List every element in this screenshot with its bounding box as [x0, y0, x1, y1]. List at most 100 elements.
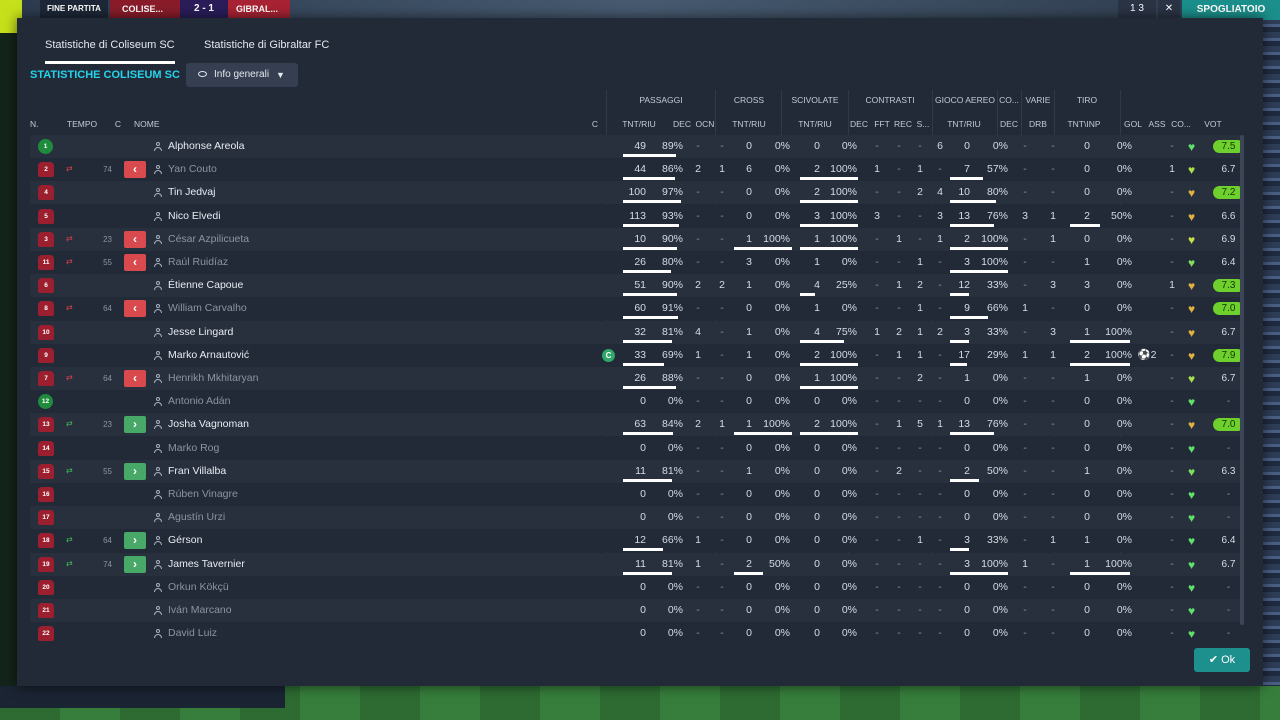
- table-row[interactable]: 18 ⇄ 64 › Gérson 12 66% 1-0 0% 0 0% - -1-3 33% -1 1 0% - ♥…: [30, 529, 1242, 553]
- tab-away-stats[interactable]: Statistiche di Gibraltar FC: [204, 39, 329, 61]
- tackles-decisive: 1: [874, 163, 880, 176]
- col-header-name[interactable]: NOME: [134, 119, 174, 129]
- col-header-tackle-s[interactable]: S...: [913, 119, 933, 129]
- col-header-number[interactable]: N.: [30, 119, 46, 129]
- player-name[interactable]: Alphonse Areola: [168, 135, 428, 158]
- table-row[interactable]: 7 ⇄ 64 ‹ Henrikh Mkhitaryan 26 88% - -0 0% 1 100% - -…: [30, 367, 1242, 390]
- crosses-attempted: 0: [746, 140, 752, 152]
- sub-on-button[interactable]: ›: [124, 462, 146, 480]
- table-row[interactable]: 22 David Luiz 0 0% - -0 0% 0 0% - - - -0 0% - -0 0% - ♥ -: [30, 622, 1242, 642]
- tackles-recovered: -: [918, 557, 922, 570]
- table-row[interactable]: 4 Tin Jedvaj 100 97% - -0 0% 2 100% - -2 4 10 80% - -0 0…: [30, 181, 1242, 205]
- player-name[interactable]: César Azpilicueta: [168, 228, 428, 251]
- table-row[interactable]: 3 ⇄ 23 ‹ César Azpilicueta 10 90% - -1 100% 1 100% -…: [30, 227, 1242, 251]
- match-top-bar: FINE PARTITA COLISE... 2 - 1 GIBRAL... 1…: [0, 0, 1280, 33]
- player-name[interactable]: Antonio Adán: [168, 390, 428, 413]
- sub-off-button[interactable]: ‹: [124, 161, 146, 179]
- col-header-aerial-tnt[interactable]: TNT/RIU: [942, 119, 986, 129]
- col-header-change[interactable]: C: [111, 119, 125, 129]
- col-header-time[interactable]: TEMPO: [65, 119, 99, 129]
- table-row[interactable]: 8 ⇄ 64 ‹ William Carvalho 60 91% - -0 0% 1 0% - -1-9 6…: [30, 297, 1242, 321]
- table-row[interactable]: 19 ⇄ 74 › James Tavernier 11 81% 1-2 50% 0 0% - - - -3…: [30, 552, 1242, 576]
- tab-home-stats[interactable]: Statistiche di Coliseum SC: [45, 39, 175, 64]
- player-name[interactable]: Marko Rog: [168, 437, 428, 460]
- col-header-tackle-dec[interactable]: DEC: [849, 119, 869, 129]
- shirt-number-badge: 14: [38, 440, 54, 456]
- player-name[interactable]: Raúl Ruidíaz: [168, 251, 428, 274]
- tackles-fouls: 1: [896, 279, 902, 292]
- scrollbar[interactable]: [1240, 135, 1244, 625]
- table-row[interactable]: 5 Nico Elvedi 113 93% - -0 0% 3 100% 3- -3 13 76% 3 1 2…: [30, 204, 1242, 228]
- col-header-rating[interactable]: VOT: [1199, 119, 1227, 129]
- table-row[interactable]: 21 Iván Marcano 0 0% - - 0 0% 0 0% - - - - 0 0% - - 0 0% - ♥ -: [30, 599, 1242, 622]
- table-row[interactable]: 10 Jesse Lingard 32 81% 4-1 0% 4 75% 1 2 1 2 3 33% -3 1…: [30, 320, 1242, 344]
- player-name[interactable]: Agustín Urzi: [168, 506, 428, 529]
- col-header-tackle-rec[interactable]: REC: [893, 119, 913, 129]
- player-name[interactable]: Marko Arnautović: [168, 344, 428, 367]
- locker-room-button[interactable]: SPOGLIATOIO: [1182, 0, 1280, 20]
- player-name[interactable]: Yan Couto: [168, 158, 428, 181]
- col-header-slide-tnt[interactable]: TNT/RIU: [793, 119, 837, 129]
- player-name[interactable]: Gérson: [168, 529, 428, 552]
- table-row[interactable]: 6 Étienne Capoue 51 90% 2 2 1 0% 4 25% -1 2-12 33% -3…: [30, 274, 1242, 298]
- chevron-down-icon: ▼: [276, 70, 285, 80]
- table-row[interactable]: 2 ⇄ 74 ‹ Yan Couto 44 86% 2 1 6 0% 2 100% 1-1-7 57% - -0…: [30, 158, 1242, 182]
- sub-on-button[interactable]: ›: [124, 532, 146, 550]
- sub-off-button[interactable]: ‹: [124, 370, 146, 387]
- col-header-pass-tnt[interactable]: TNT/RIU: [617, 119, 661, 129]
- col-header-tackle-fft[interactable]: FFT: [872, 119, 892, 129]
- player-name[interactable]: Étienne Capoue: [168, 274, 428, 297]
- player-name[interactable]: David Luiz: [168, 622, 428, 642]
- slides-attempted: 1: [814, 256, 820, 268]
- co-decisive: -: [1023, 488, 1027, 500]
- table-row[interactable]: 15 ⇄ 55 › Fran Villalba 11 81% - -1 0% 0 0% -2- -2 50%…: [30, 459, 1242, 483]
- subs-counter[interactable]: 1 3: [1118, 0, 1156, 18]
- table-row[interactable]: 13 ⇄ 23 › Josha Vagnoman 63 84% 2 1 1 100% 2 100% -1 5…: [30, 413, 1242, 437]
- table-row[interactable]: 12 Antonio Adán 0 0% - -0 0% 0 0% - - - -0 0% - -0 0% - ♥ -: [30, 390, 1242, 414]
- slides-attempted: 0: [814, 627, 820, 640]
- col-header-goals[interactable]: GOL: [1122, 119, 1144, 129]
- ok-button[interactable]: ✔ Ok: [1194, 648, 1250, 672]
- table-row[interactable]: 16 Rúben Vinagre 0 0% - - 0 0% 0 0% - - - - 0 0% - - 0 0% - ♥…: [30, 483, 1242, 506]
- sub-off-button[interactable]: ‹: [124, 300, 146, 318]
- col-header-co-dec[interactable]: DEC: [998, 119, 1020, 129]
- sub-on-button[interactable]: ›: [124, 555, 146, 573]
- player-name[interactable]: Tin Jedvaj: [168, 181, 428, 204]
- player-icon: [154, 258, 162, 267]
- sub-off-button[interactable]: ‹: [124, 230, 146, 248]
- tackles-s: -: [938, 279, 942, 292]
- aerial-completion: 0%: [992, 580, 1008, 593]
- sub-on-button[interactable]: ›: [124, 416, 146, 434]
- table-row[interactable]: 14 Marko Rog 0 0% - -0 0% 0 0% - - - -0 0% - -0 0% - ♥ -: [30, 436, 1242, 460]
- co-decisive: 1: [1022, 348, 1028, 361]
- col-header-pass-dec[interactable]: DEC: [671, 119, 693, 129]
- player-name[interactable]: Josha Vagnoman: [168, 413, 428, 436]
- col-header-pass-ocn[interactable]: OCN: [693, 119, 717, 129]
- table-row[interactable]: 20 Orkun Kökçü 0 0% - -0 0% 0 0% - - - -0 0% - -0 0% - ♥ -: [30, 575, 1242, 599]
- player-name[interactable]: Henrikh Mkhitaryan: [168, 367, 428, 390]
- col-header-shots[interactable]: TNT\INP: [1062, 119, 1106, 129]
- player-name[interactable]: Iván Marcano: [168, 599, 428, 622]
- close-icon[interactable]: ✕: [1158, 0, 1180, 18]
- col-header-dribbles[interactable]: DRB: [1022, 119, 1054, 129]
- table-row[interactable]: 11 ⇄ 55 ‹ Raúl Ruidíaz 26 80% - -3 0% 1 0% - -1-3 100%…: [30, 251, 1242, 274]
- table-row[interactable]: 1 Alphonse Areola 49 89% - -0 0% 0 0% - - -6 0 0% - -0 0…: [30, 135, 1242, 158]
- sub-off-button[interactable]: ‹: [124, 254, 146, 271]
- table-row[interactable]: 17 Agustín Urzi 0 0% - -0 0% 0 0% - - - -0 0% - -0 0% - ♥ -: [30, 506, 1242, 530]
- col-header-assists[interactable]: ASS: [1147, 119, 1167, 129]
- tackles-recovered: -: [918, 232, 922, 245]
- col-header-condition[interactable]: CO...: [1169, 119, 1193, 129]
- table-row[interactable]: 9 Marko Arnautović C 33 69% 1-1 0% 2 100% -1 1-17 2…: [30, 343, 1242, 367]
- player-name[interactable]: Nico Elvedi: [168, 205, 428, 228]
- tackles-s: -: [938, 256, 942, 268]
- player-name[interactable]: William Carvalho: [168, 297, 428, 320]
- player-name[interactable]: Rúben Vinagre: [168, 483, 428, 506]
- player-name[interactable]: Jesse Lingard: [168, 321, 428, 344]
- player-name[interactable]: Orkun Kökçü: [168, 576, 428, 599]
- view-dropdown[interactable]: Info generali ▼: [186, 63, 298, 87]
- col-header-cross-tnt[interactable]: TNT/RIU: [727, 119, 771, 129]
- player-name[interactable]: Fran Villalba: [168, 460, 428, 483]
- col-header-captain[interactable]: C: [589, 119, 601, 129]
- passes-decisive: -: [696, 140, 700, 152]
- player-name[interactable]: James Tavernier: [168, 553, 428, 576]
